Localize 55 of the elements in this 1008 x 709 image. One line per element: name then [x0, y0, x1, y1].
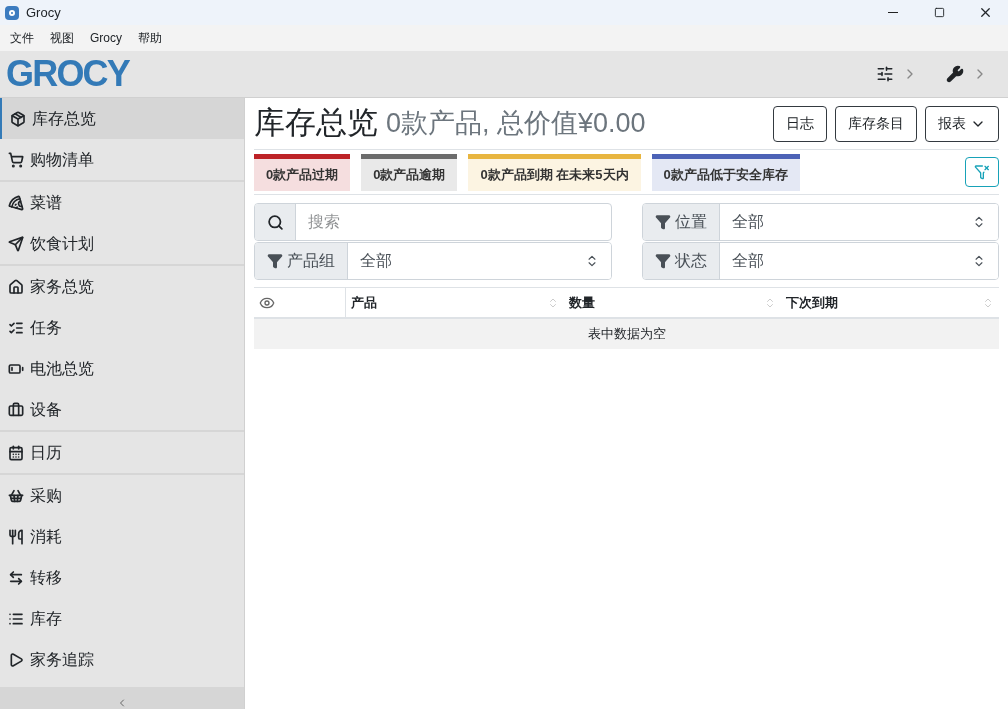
- minimize-icon: [888, 12, 898, 13]
- status-alert[interactable]: 0款产品过期: [254, 153, 351, 191]
- cart-icon: [8, 151, 24, 168]
- home-icon: [8, 278, 24, 295]
- status-alert[interactable]: 0款产品逾期: [361, 153, 458, 191]
- toolbar-button[interactable]: 报表: [925, 105, 999, 142]
- settings-icon: [876, 65, 894, 83]
- wrench-icon: [946, 65, 964, 83]
- column-header[interactable]: 产品: [346, 292, 564, 313]
- sidebar-item[interactable]: 家务追踪: [0, 639, 244, 680]
- filter-clear-icon: [974, 164, 990, 180]
- sidebar-item[interactable]: 购物清单: [0, 139, 244, 180]
- menu-item[interactable]: Grocy: [82, 29, 130, 47]
- maximize-icon: [933, 7, 945, 18]
- column-header[interactable]: 数量: [563, 292, 782, 313]
- page-subtitle: 0款产品, 总价值¥0.00: [386, 107, 646, 141]
- sidebar-item[interactable]: 采购: [0, 475, 244, 516]
- clear-filter-button[interactable]: [965, 157, 999, 187]
- calendar-icon: [8, 444, 24, 461]
- sidebar-item[interactable]: 日历: [0, 432, 244, 473]
- toolbox-icon: [8, 401, 24, 418]
- search-input[interactable]: 搜索: [296, 204, 611, 240]
- sidebar-item[interactable]: 任务: [0, 307, 244, 348]
- window-title: Grocy: [26, 3, 61, 22]
- transfer-icon: [8, 569, 24, 586]
- sidebar-item[interactable]: 饮食计划: [0, 223, 244, 264]
- menu-item[interactable]: 帮助: [130, 29, 170, 47]
- sidebar-item[interactable]: 设备: [0, 389, 244, 430]
- status-alert[interactable]: 0款产品低于安全库存: [651, 153, 800, 191]
- sidebar-item[interactable]: 库存: [0, 598, 244, 639]
- empty-table-message: 表中数据为空: [254, 319, 999, 349]
- search-field[interactable]: 搜索: [254, 203, 612, 241]
- sidebar-item[interactable]: 菜谱: [0, 182, 244, 223]
- sidebar-item[interactable]: 电池总览: [0, 348, 244, 389]
- sort-icon: [982, 296, 994, 309]
- menu-item[interactable]: 视图: [42, 29, 82, 47]
- menu-item[interactable]: 文件: [2, 29, 42, 47]
- toolbar-button[interactable]: 库存条目: [835, 105, 917, 142]
- sidebar-item[interactable]: 库存总览: [0, 98, 244, 139]
- toolbar-button[interactable]: 日志: [773, 105, 827, 142]
- app-icon: [5, 5, 19, 20]
- app-logo: GROCY: [6, 56, 129, 92]
- status-alert[interactable]: 0款产品到期 在未来5天内: [468, 153, 641, 191]
- basket-icon: [8, 487, 24, 504]
- box-icon: [10, 110, 26, 127]
- sidebar-item[interactable]: 转移: [0, 557, 244, 598]
- sidebar-item[interactable]: 家务总览: [0, 266, 244, 307]
- column-header[interactable]: 下次到期: [781, 292, 999, 313]
- play-icon: [8, 651, 24, 668]
- page-title: 库存总览: [254, 104, 378, 143]
- paper-plane-icon: [8, 235, 24, 252]
- sidebar-item[interactable]: 消耗: [0, 516, 244, 557]
- pizza-icon: [8, 194, 24, 211]
- search-icon: [266, 213, 284, 231]
- utensils-icon: [8, 528, 24, 545]
